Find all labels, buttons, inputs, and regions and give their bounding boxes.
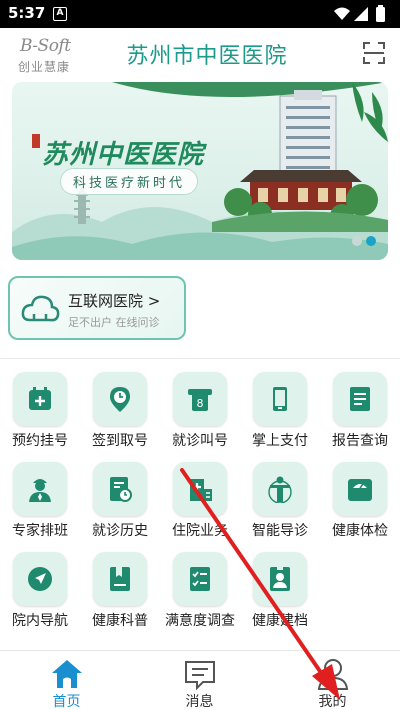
notification-icon: A (53, 7, 67, 21)
user-icon (317, 659, 349, 690)
profile-card-icon (253, 552, 307, 606)
grid-item-report[interactable]: 报告查询 (320, 370, 400, 460)
nav-label-profile: 我的 (318, 694, 347, 710)
internet-hospital-label: 互联网医院 (68, 292, 144, 310)
grid-item-label: 掌上支付 (252, 433, 308, 449)
grid-item-label: 住院业务 (172, 523, 228, 539)
grid-item-label: 预约挂号 (12, 433, 68, 449)
phone-icon (253, 372, 307, 426)
grid-item-label: 智能导诊 (252, 523, 308, 539)
wifi-icon (334, 7, 350, 20)
grid-item-smart-guide[interactable]: 智能导诊 (240, 460, 320, 550)
grid-item-queue-call[interactable]: 8 就诊叫号 (160, 370, 240, 460)
grid-item-label: 专家排班 (12, 523, 68, 539)
doctor-icon (13, 462, 67, 516)
history-doc-icon (93, 462, 147, 516)
grid-item-label: 健康建档 (252, 613, 308, 629)
grid-item-label: 健康体检 (332, 523, 388, 539)
grid-item-inpatient[interactable]: 住院业务 (160, 460, 240, 550)
status-time: 5:37 (8, 4, 46, 22)
message-icon (185, 661, 215, 691)
report-icon (333, 372, 387, 426)
book-icon (93, 552, 147, 606)
grid-item-indoor-navigation[interactable]: 院内导航 (0, 550, 80, 640)
nav-tab-messages[interactable]: 消息 (133, 651, 266, 710)
grid-item-label: 健康科普 (92, 613, 148, 629)
internet-hospital-subtitle: 足不出户 在线问诊 (68, 316, 160, 329)
grid-item-label: 签到取号 (92, 433, 148, 449)
ticket-number-icon: 8 (173, 372, 227, 426)
carousel-dot-active (366, 236, 376, 246)
internet-hospital-title: 互联网医院 > (68, 290, 160, 311)
location-clock-icon (93, 372, 147, 426)
grid-item-label: 院内导航 (12, 613, 68, 629)
status-bar: 5:37 A (0, 0, 400, 28)
scan-icon[interactable] (362, 41, 386, 65)
grid-item-label: 就诊叫号 (172, 433, 228, 449)
app-header: B-Soft 创业慧康 苏州市中医医院 (0, 28, 400, 80)
banner-subtitle: 科技医疗新时代 (60, 168, 199, 195)
grid-item-visit-history[interactable]: 就诊历史 (80, 460, 160, 550)
carousel-indicator (348, 231, 376, 250)
grid-item-appointment[interactable]: 预约挂号 (0, 370, 80, 460)
internet-hospital-card[interactable]: 互联网医院 > 足不出户 在线问诊 (8, 276, 186, 340)
grid-item-label: 满意度调查 (165, 613, 235, 629)
grid-item-label: 报告查询 (332, 433, 388, 449)
grid-item-satisfaction-survey[interactable]: 满意度调查 (160, 550, 240, 640)
nav-label-home: 首页 (52, 694, 81, 710)
promo-banner[interactable]: 苏州中医医院 科技医疗新时代 (12, 82, 388, 260)
battery-icon (376, 7, 385, 22)
scale-icon (333, 462, 387, 516)
nav-tab-profile[interactable]: 我的 (266, 651, 399, 710)
grid-item-health-education[interactable]: 健康科普 (80, 550, 160, 640)
grid-item-health-record[interactable]: 健康建档 (240, 550, 320, 640)
carousel-dot (352, 236, 362, 246)
section-divider (0, 358, 400, 359)
grid-item-checkin[interactable]: 签到取号 (80, 370, 160, 460)
nav-label-messages: 消息 (185, 694, 214, 710)
svg-text:8: 8 (197, 397, 204, 410)
banner-title: 苏州中医医院 (42, 140, 205, 170)
body-guide-icon (253, 462, 307, 516)
grid-item-expert-schedule[interactable]: 专家排班 (0, 460, 80, 550)
cloud-icon (21, 295, 60, 322)
chevron-right-icon: > (147, 292, 161, 310)
grid-item-label: 就诊历史 (92, 523, 148, 539)
navigation-icon (13, 552, 67, 606)
signal-icon (354, 7, 368, 21)
calendar-plus-icon (13, 372, 67, 426)
hospital-bed-icon (173, 462, 227, 516)
home-icon (52, 660, 82, 688)
grid-item-mobile-pay[interactable]: 掌上支付 (240, 370, 320, 460)
checklist-icon (173, 552, 227, 606)
system-status-icons (334, 5, 385, 22)
grid-item-health-checkup[interactable]: 健康体检 (320, 460, 400, 550)
nav-tab-home[interactable]: 首页 (0, 651, 133, 710)
bottom-navigation: 首页 消息 我的 (0, 650, 400, 710)
page-title: 苏州市中医医院 (126, 44, 288, 69)
